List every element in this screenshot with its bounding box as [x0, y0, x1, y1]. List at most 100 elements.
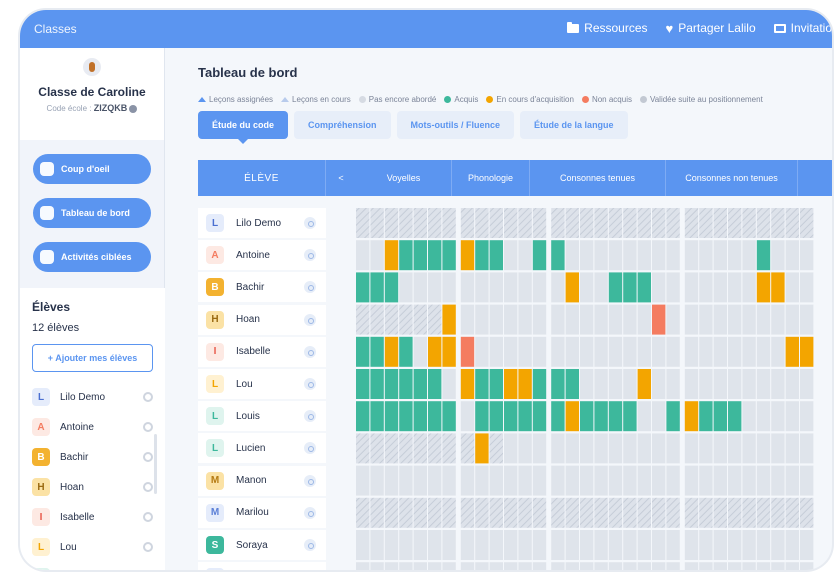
grid-cell[interactable] — [684, 465, 699, 496]
grid-cell[interactable] — [370, 304, 384, 335]
grid-cell[interactable] — [623, 497, 637, 528]
grid-cell[interactable] — [742, 497, 756, 528]
grid-cell[interactable] — [580, 208, 594, 238]
grid-cell[interactable] — [623, 272, 637, 303]
grid-cell[interactable] — [399, 369, 413, 399]
grid-cell[interactable] — [489, 336, 503, 367]
grid-cell[interactable] — [742, 433, 756, 464]
grid-cell[interactable] — [684, 401, 699, 432]
grid-cell[interactable] — [608, 240, 623, 271]
grid-cell[interactable] — [699, 336, 713, 367]
grid-cell[interactable] — [684, 433, 699, 464]
grid-cell[interactable] — [580, 497, 594, 528]
grid-cell[interactable] — [742, 465, 756, 496]
grid-cell[interactable] — [608, 401, 623, 432]
sidebar-student-item[interactable]: LLouis — [32, 562, 153, 570]
grid-cell[interactable] — [652, 465, 666, 496]
grid-cell[interactable] — [699, 401, 713, 432]
grid-cell[interactable] — [384, 465, 399, 496]
sidebar-student-item[interactable]: L Lilo Demo — [32, 382, 153, 412]
grid-cell[interactable] — [551, 465, 565, 496]
grid-cell[interactable] — [384, 369, 399, 399]
grid-cell[interactable] — [442, 240, 456, 271]
grid-cell[interactable] — [785, 433, 799, 464]
grid-cell[interactable] — [565, 562, 579, 570]
grid-cell[interactable] — [594, 208, 608, 238]
grid-cell[interactable] — [460, 208, 475, 238]
nav-activites-ciblees[interactable]: Activités ciblées — [33, 242, 151, 272]
grid-cell[interactable] — [532, 369, 547, 399]
grid-cell[interactable] — [356, 530, 370, 560]
grid-cell[interactable] — [608, 369, 623, 399]
grid-cell[interactable] — [489, 304, 503, 335]
grid-cell[interactable] — [384, 336, 399, 367]
grid-cell[interactable] — [565, 304, 579, 335]
grid-cell[interactable] — [413, 336, 427, 367]
gear-icon[interactable] — [143, 512, 153, 522]
grid-cell[interactable] — [800, 401, 814, 432]
ressources-link[interactable]: Ressources — [567, 21, 648, 35]
grid-cell[interactable] — [623, 530, 637, 560]
grid-cell[interactable] — [475, 336, 489, 367]
grid-cell[interactable] — [699, 530, 713, 560]
grid-cell[interactable] — [637, 497, 651, 528]
grid-cell[interactable] — [475, 208, 489, 238]
grid-cell[interactable] — [370, 562, 384, 570]
grid-cell[interactable] — [699, 369, 713, 399]
grid-cell[interactable] — [565, 433, 579, 464]
grid-cell[interactable] — [728, 562, 742, 570]
grid-cell[interactable] — [637, 369, 651, 399]
grid-cell[interactable] — [518, 240, 532, 271]
grid-cell[interactable] — [785, 208, 799, 238]
grid-cell[interactable] — [771, 304, 785, 335]
grid-cell[interactable] — [756, 240, 771, 271]
grid-cell[interactable] — [504, 465, 518, 496]
grid-cell[interactable] — [699, 465, 713, 496]
grid-cell[interactable] — [413, 530, 427, 560]
grid-cell[interactable] — [785, 336, 799, 367]
grid-cell[interactable] — [532, 304, 547, 335]
grid-cell[interactable] — [460, 304, 475, 335]
grid-cell[interactable] — [504, 208, 518, 238]
grid-cell[interactable] — [518, 562, 532, 570]
grid-cell[interactable] — [475, 530, 489, 560]
grid-cell[interactable] — [594, 304, 608, 335]
grid-cell[interactable] — [384, 530, 399, 560]
grid-cell[interactable] — [551, 530, 565, 560]
grid-cell[interactable] — [356, 369, 370, 399]
grid-cell[interactable] — [442, 272, 456, 303]
grid-cell[interactable] — [608, 433, 623, 464]
grid-cell[interactable] — [384, 433, 399, 464]
grid-cell[interactable] — [532, 530, 547, 560]
grid-cell[interactable] — [399, 465, 413, 496]
grid-cell[interactable] — [699, 272, 713, 303]
grid-cell[interactable] — [460, 465, 475, 496]
grid-cell[interactable] — [551, 562, 565, 570]
grid-cell[interactable] — [475, 272, 489, 303]
grid-cell[interactable] — [489, 208, 503, 238]
grid-cell[interactable] — [728, 272, 742, 303]
grid-cell[interactable] — [580, 465, 594, 496]
grid-cell[interactable] — [713, 401, 727, 432]
grid-cell[interactable] — [800, 433, 814, 464]
grid-cell[interactable] — [370, 208, 384, 238]
grid-cell[interactable] — [428, 465, 442, 496]
gear-icon[interactable] — [143, 452, 153, 462]
grid-cell[interactable] — [489, 562, 503, 570]
grid-cell[interactable] — [504, 433, 518, 464]
grid-cell[interactable] — [551, 240, 565, 271]
grid-cell[interactable] — [428, 304, 442, 335]
grid-cell[interactable] — [785, 240, 799, 271]
grid-cell[interactable] — [399, 240, 413, 271]
add-students-button[interactable]: + Ajouter mes élèves — [32, 344, 153, 372]
grid-cell[interactable] — [594, 497, 608, 528]
help-icon[interactable] — [129, 104, 138, 113]
grid-cell[interactable] — [532, 433, 547, 464]
grid-cell[interactable] — [637, 401, 651, 432]
grid-cell[interactable] — [551, 433, 565, 464]
grid-cell[interactable] — [800, 336, 814, 367]
grid-cell[interactable] — [623, 433, 637, 464]
grid-cell[interactable] — [384, 401, 399, 432]
grid-cell[interactable] — [742, 562, 756, 570]
grid-cell[interactable] — [637, 272, 651, 303]
